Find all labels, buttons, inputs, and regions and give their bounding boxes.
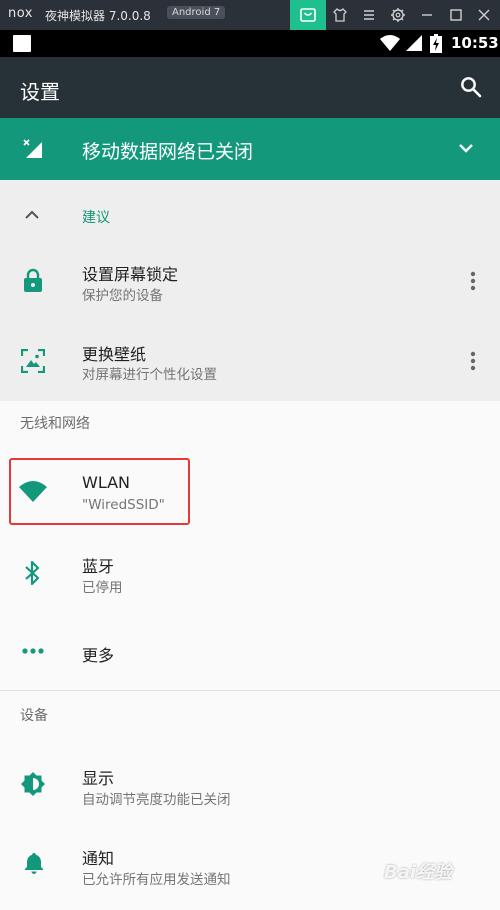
close-icon[interactable]: [475, 6, 493, 24]
settings-item-title: 显示: [82, 769, 115, 788]
section-divider: [0, 690, 500, 691]
chevron-up-icon[interactable]: [24, 209, 40, 221]
shopping-bag-icon: [300, 8, 316, 22]
menu-icon[interactable]: [360, 6, 378, 24]
maximize-icon[interactable]: [447, 6, 465, 24]
settings-item-display[interactable]: [0, 743, 500, 823]
app-bar: [0, 57, 500, 118]
search-icon[interactable]: [460, 76, 482, 98]
suggestion-title: 更换壁纸: [82, 345, 147, 364]
wifi-icon: [380, 35, 400, 51]
suggestions-header: 建议: [82, 210, 110, 226]
settings-item-subtitle: 已允许所有应用发送通知: [82, 872, 231, 888]
bluetooth-icon: [25, 560, 40, 586]
android-version-badge: Android 7: [167, 6, 226, 19]
emulator-title: 夜神模拟器 7.0.0.8: [45, 9, 151, 23]
status-clock: 10:53: [451, 34, 499, 52]
section-header-wireless: 无线和网络: [20, 416, 90, 432]
settings-item-title: 更多: [82, 646, 115, 665]
settings-item-subtitle: 已停用: [82, 580, 123, 596]
lock-icon: [24, 268, 42, 292]
settings-item-subtitle: 自动调节亮度功能已关闭: [82, 792, 231, 808]
shirt-icon[interactable]: [331, 6, 349, 24]
suggestion-screen-lock[interactable]: [0, 241, 500, 321]
mobile-data-off-icon: [23, 139, 42, 158]
signal-icon: [406, 35, 422, 51]
notification-square-icon: [13, 35, 31, 52]
suggestion-subtitle: 保护您的设备: [82, 288, 163, 304]
brightness-icon: [21, 772, 45, 796]
settings-item-title: 蓝牙: [82, 557, 115, 576]
banner-text: 移动数据网络已关闭: [82, 141, 254, 163]
nox-logo: nox: [8, 6, 33, 21]
minimize-icon[interactable]: [418, 6, 436, 24]
overflow-menu-icon[interactable]: [470, 351, 476, 371]
section-header-device: 设备: [20, 708, 48, 724]
chevron-down-icon[interactable]: [458, 141, 474, 155]
shopping-bag-button[interactable]: [290, 0, 326, 30]
settings-item-more[interactable]: [0, 615, 500, 687]
suggestion-wallpaper[interactable]: [0, 321, 500, 401]
overflow-menu-icon[interactable]: [470, 271, 476, 291]
page-title: 设置: [20, 80, 60, 104]
status-bar: [0, 30, 500, 57]
more-horizontal-icon: [22, 648, 44, 654]
battery-charging-icon: [430, 34, 442, 53]
suggestion-subtitle: 对屏幕进行个性化设置: [82, 367, 217, 383]
settings-item-bluetooth[interactable]: [0, 535, 500, 615]
bell-icon: [25, 853, 43, 874]
baidu-watermark: Bai经验: [384, 862, 453, 883]
gear-icon[interactable]: [389, 6, 407, 24]
wlan-highlight-box: [9, 458, 190, 525]
settings-item-title: 通知: [82, 849, 115, 868]
wallpaper-icon: [21, 349, 45, 373]
suggestion-title: 设置屏幕锁定: [82, 265, 179, 284]
